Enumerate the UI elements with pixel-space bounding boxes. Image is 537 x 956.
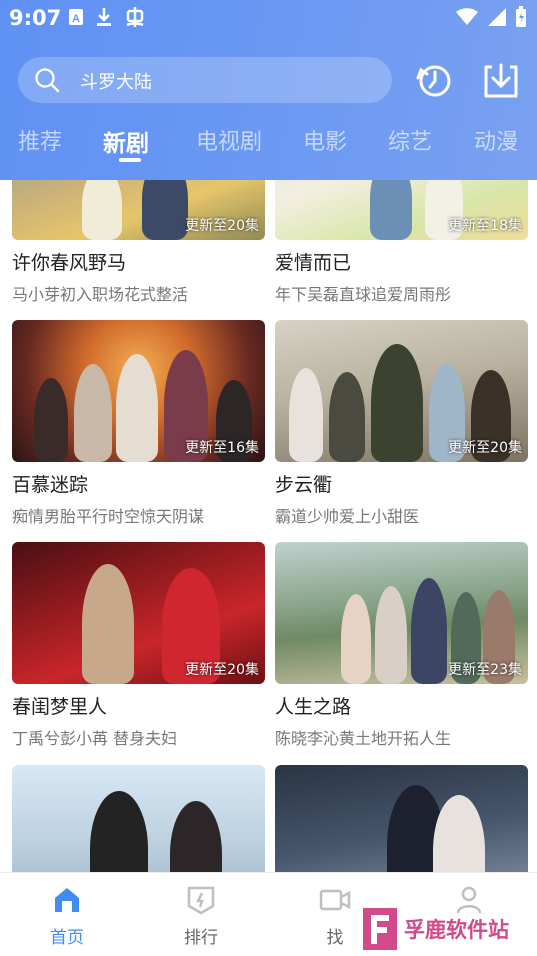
episode-badge: 更新至20集 — [185, 662, 259, 678]
watermark-text: 孚鹿软件站 — [404, 917, 509, 942]
nav-label: 排行 — [184, 928, 218, 948]
drama-title: 春闺梦里人 — [12, 696, 108, 718]
drama-card[interactable]: 更新至20集 春闺梦里人 丁禹兮彭小苒 替身夫妇 — [12, 542, 265, 749]
drama-title: 百慕迷踪 — [12, 474, 89, 496]
poster-image — [12, 765, 265, 872]
notification-a-icon: A — [69, 9, 83, 25]
watermark-logo-icon — [363, 908, 397, 950]
episode-badge: 更新至20集 — [185, 218, 259, 234]
poster-image — [275, 765, 528, 872]
episode-badge: 更新至18集 — [448, 218, 522, 234]
drama-card[interactable]: 更新至18集 爱情而已 年下吴磊直球追爱周雨彤 — [275, 180, 528, 305]
drama-grid: 更新至20集 许你春风野马 马小芽初入职场花式整活 更新至18集 爱情而已 年下… — [0, 180, 537, 872]
drama-card[interactable]: 更新至20集 许你春风野马 马小芽初入职场花式整活 — [12, 180, 265, 305]
watermark: 孚鹿软件站 — [362, 906, 509, 952]
tab-tv-series[interactable]: 电视剧 — [196, 124, 262, 156]
drama-title: 爱情而已 — [275, 252, 352, 274]
drama-subtitle: 陈晓李沁黄土地开拓人生 — [275, 729, 452, 748]
poster-image: 更新至20集 — [275, 320, 528, 462]
drama-card[interactable]: 更新至20集 步云衢 霸道少帅爱上小甜医 — [275, 320, 528, 527]
drama-subtitle: 年下吴磊直球追爱周雨彤 — [275, 285, 452, 304]
status-time: 9:07 — [9, 6, 62, 30]
ranking-icon — [187, 886, 215, 915]
tab-anime[interactable]: 动漫 — [474, 124, 518, 156]
search-icon — [35, 68, 60, 93]
status-bar: 9:07 A — [0, 0, 537, 38]
drama-subtitle: 霸道少帅爱上小甜医 — [275, 507, 420, 526]
drama-title: 步云衢 — [275, 474, 333, 496]
nav-home[interactable]: 首页 — [27, 885, 107, 948]
video-icon — [319, 889, 351, 911]
download-icon[interactable] — [480, 60, 522, 102]
nav-label: 首页 — [50, 928, 84, 948]
episode-badge: 更新至20集 — [448, 440, 522, 456]
drama-title: 人生之路 — [275, 696, 352, 718]
drama-subtitle: 痴情男胎平行时空惊天阴谋 — [12, 507, 205, 526]
home-icon — [55, 888, 79, 912]
drama-subtitle: 丁禹兮彭小苒 替身夫妇 — [12, 729, 178, 748]
drama-card[interactable]: 更新至23集 人生之路 陈晓李沁黄土地开拓人生 — [275, 542, 528, 749]
tab-new-drama[interactable]: 新剧 — [103, 124, 149, 158]
battery-icon — [516, 6, 526, 27]
tab-variety[interactable]: 综艺 — [388, 124, 432, 156]
episode-badge: 更新至23集 — [448, 662, 522, 678]
drama-card[interactable]: 更新至16集 百慕迷踪 痴情男胎平行时空惊天阴谋 — [12, 320, 265, 527]
search-bar[interactable]: 斗罗大陆 — [18, 57, 392, 103]
poster-image: 更新至20集 — [12, 542, 265, 684]
active-tab-indicator — [119, 158, 141, 162]
header: 9:07 A 斗罗大陆 推荐 新剧 电视剧 电影 综艺 动漫 — [0, 0, 537, 180]
poster-image: 更新至23集 — [275, 542, 528, 684]
search-query: 斗罗大陆 — [80, 72, 152, 93]
drama-card[interactable] — [275, 765, 528, 872]
poster-image: 更新至20集 — [12, 180, 265, 240]
wifi-icon — [456, 8, 478, 25]
bug-icon — [126, 7, 144, 27]
poster-image: 更新至18集 — [275, 180, 528, 240]
nav-ranking[interactable]: 排行 — [161, 885, 241, 948]
svg-text:A: A — [72, 13, 80, 25]
tab-recommend[interactable]: 推荐 — [18, 124, 62, 156]
drama-subtitle: 马小芽初入职场花式整活 — [12, 285, 189, 304]
episode-badge: 更新至16集 — [185, 440, 259, 456]
signal-icon — [488, 8, 506, 26]
tab-movies[interactable]: 电影 — [303, 124, 347, 156]
history-icon[interactable] — [414, 60, 456, 102]
drama-title: 许你春风野马 — [12, 252, 127, 274]
category-tabs: 推荐 新剧 电视剧 电影 综艺 动漫 — [0, 118, 537, 168]
poster-image: 更新至16集 — [12, 320, 265, 462]
download-status-icon — [97, 8, 111, 26]
drama-card[interactable] — [12, 765, 265, 872]
